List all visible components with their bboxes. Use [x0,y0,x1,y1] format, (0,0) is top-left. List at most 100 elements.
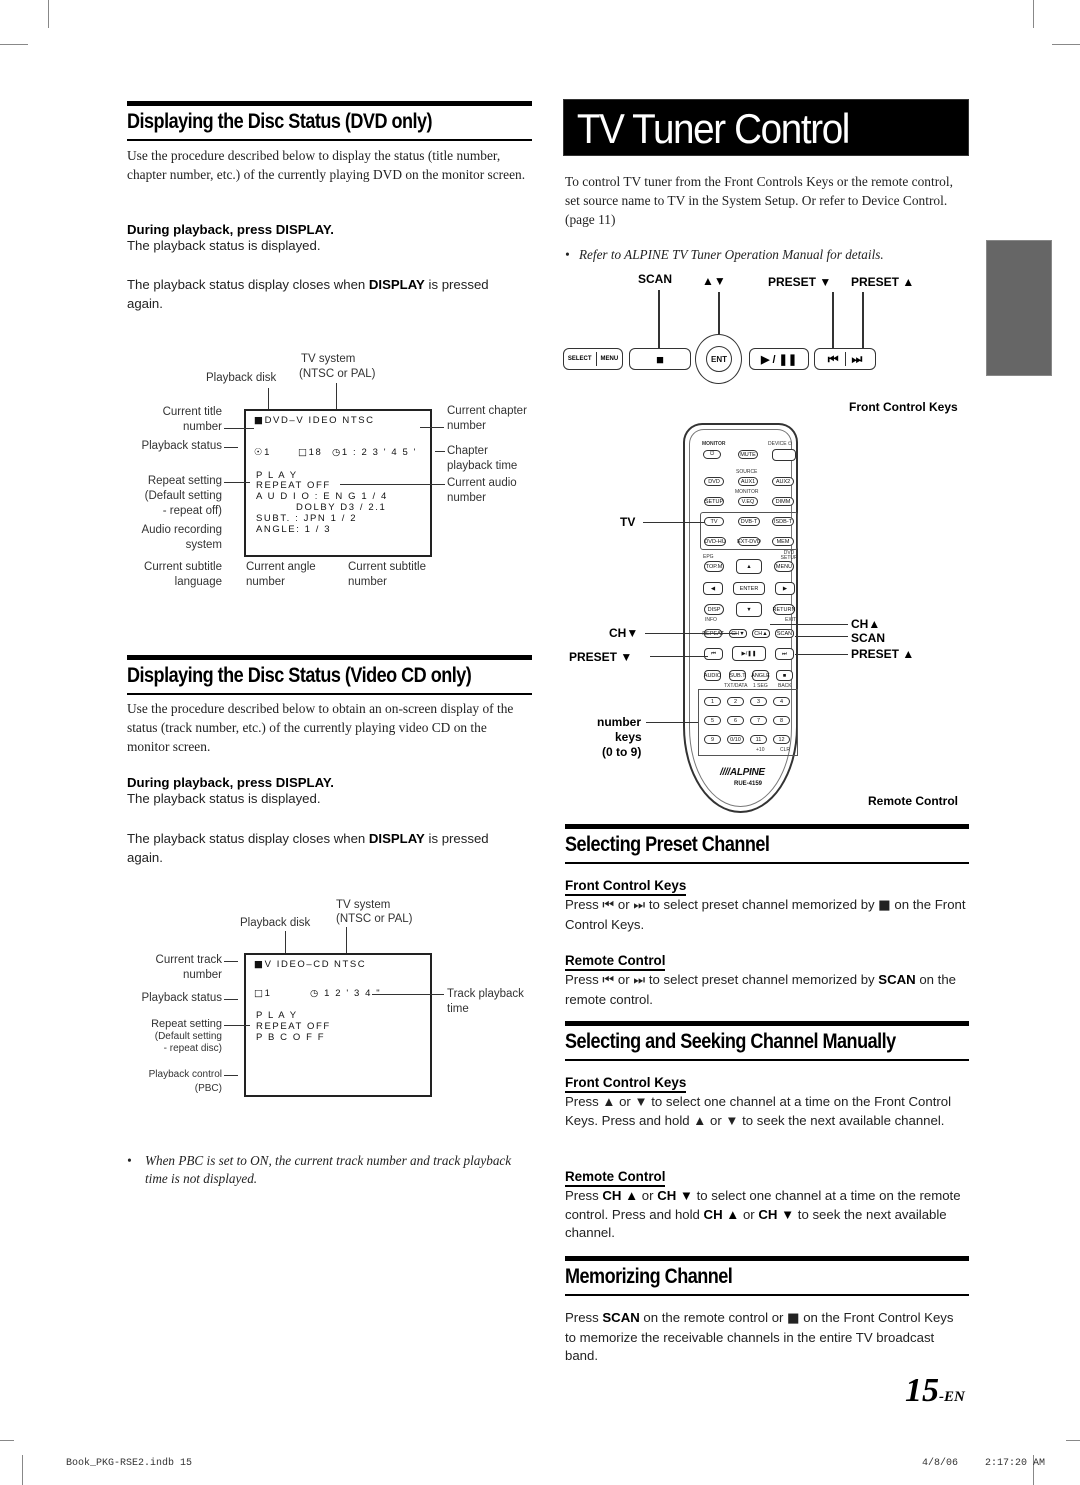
label-current-track: Current track [155,954,222,966]
play-pause-button[interactable]: ▶ / ❚❚ [749,348,809,370]
remote-number-key[interactable]: 1 [704,697,721,706]
section-header-vcd: Displaying the Disc Status (Video CD onl… [127,655,532,695]
section-title: Memorizing Channel [565,1265,733,1288]
callout-preset-up: PRESET ▲ [851,647,915,661]
label-current-chapter: Current chapter [447,405,527,417]
remote-enter-key[interactable]: ENTER [733,582,765,595]
select-menu-button[interactable]: SELECT MENU [563,348,623,370]
remote-number-key[interactable]: 9 [704,735,721,744]
remote-aux1-key[interactable]: AUX1 [738,477,758,486]
label-tv-system-sub: (NTSC or PAL) [299,368,376,380]
remote-tv-key[interactable]: TV [704,517,724,526]
crop-mark [1052,44,1080,45]
label-current-audio: Current audio [447,477,517,489]
next-track-icon: ⏭ [633,898,646,913]
callout-scan: SCAN [851,631,886,645]
remote-right-key[interactable]: ▶ [775,582,795,595]
clock-icon: ◷ [310,988,320,999]
stop-scan-button[interactable]: ■ [629,348,691,370]
remote-return-key[interactable]: RETURN [773,604,795,615]
remote-number-key[interactable]: 6 [727,716,744,725]
remote-veq-key[interactable]: V.EQ [738,497,758,506]
dvd-intro: Use the procedure described below to dis… [127,148,526,182]
remote-extdvd-key[interactable]: EXT-DVD [737,537,761,546]
remote-play-pause-key[interactable]: ▶/❚❚ [732,646,766,661]
remote-scan-key[interactable]: SCAN [775,629,794,638]
remote-audio-key[interactable]: AUDIO [704,670,721,681]
prev-track-icon: ⏮ [602,898,615,913]
remote-number-key[interactable]: 2 [727,697,744,706]
callout-preset-down: PRESET ▼ [768,275,832,289]
remote-disp-key[interactable]: DISP [704,604,724,615]
crop-mark [1066,1440,1080,1441]
remote-subt-key[interactable]: SUB.T [729,670,746,681]
crop-mark [1033,0,1034,28]
remote-next-key[interactable]: ⏭ [775,648,794,660]
label-tv-system: TV system [336,899,391,911]
remote-isdbt-key[interactable]: ISDB-T [772,517,794,526]
remote-up-key[interactable]: ▲ [736,559,762,574]
remote-number-key[interactable]: 3 [750,697,767,706]
remote-dvdhu-key[interactable]: DVD-HU [704,537,726,546]
remote-dvd-key[interactable]: DVD [704,477,724,486]
remote-mute-key[interactable]: MUTE [738,450,758,459]
remote-left-key[interactable]: ◀ [703,582,723,595]
remote-dvbt-key[interactable]: DVB-T [738,517,760,526]
next-track-icon[interactable]: ⏭ [852,352,863,367]
label-audio-recording: Audio recording [141,524,222,536]
remote-number-key[interactable]: 11 [750,735,767,744]
bullet: • [127,1153,132,1168]
remote-model: RUE-4159 [734,781,763,787]
prev-track-icon[interactable]: ⏮ [828,352,839,367]
remote-number-key[interactable]: 0/10 [727,735,744,744]
remote-menu-key[interactable]: MENU [774,561,794,572]
callout-preset-up: PRESET ▲ [851,275,915,289]
remote-number-key[interactable]: 8 [773,716,790,725]
footer-time: 2:17:20 AM [985,1458,1046,1469]
remote-topm-key[interactable]: TOP.M [704,561,724,572]
label-playback-status: Playback status [141,440,222,452]
prev-track-icon: ⏮ [602,973,615,988]
remote-device-key[interactable] [772,449,796,461]
remote-aux2-key[interactable]: AUX2 [772,477,794,486]
tv-intro: To control TV tuner from the Front Contr… [565,174,953,227]
vcd-step: During playback, press DISPLAY. The play… [127,775,334,806]
crop-mark [0,1440,14,1441]
preset-front-keys: Front Control Keys Press ⏮ or ⏭ to selec… [565,878,966,932]
footer-file: Book_PKG-RSE2.indb 15 [66,1458,193,1469]
remote-mem-key[interactable]: MEM [772,537,794,546]
remote-down-key[interactable]: ▼ [736,602,762,617]
ent-button[interactable]: ENT [706,346,732,372]
callout-scan: SCAN [638,272,673,286]
remote-stop-key[interactable]: ■ [776,670,793,681]
remote-prev-key[interactable]: ⏮ [704,648,723,660]
seek-remote: Remote Control Press CH ▲ or CH ▼ to sel… [565,1169,961,1240]
tv-manual-note: • Refer to ALPINE TV Tuner Operation Man… [565,247,884,262]
remote-dimm-key[interactable]: DIMM [772,497,794,506]
label-current-title: Current title [162,406,222,418]
section-header-seek: Selecting and Seeking Channel Manually [565,1021,969,1061]
prev-next-buttons[interactable]: ⏮ ⏭ [814,348,876,370]
seek-front-keys: Front Control Keys Press ▲ or ▼ to selec… [565,1075,952,1128]
remote-setup-key[interactable]: SETUP [704,497,724,506]
dvd-osd-screen: ■DVD–V IDEO NTSC ☉1 □18 ◷1 : 2 3 ' 4 5 '… [244,409,432,557]
remote-angle-key[interactable]: ANGLE [751,670,770,681]
remote-number-key[interactable]: 4 [773,697,790,706]
label-current-subtitle-number: Current subtitle [348,561,426,573]
label-current-subtitle-language: Current subtitle [144,561,222,573]
stop-square-icon: ■ [254,415,265,426]
callout-number-keys: number [597,715,642,729]
crop-mark [0,44,28,45]
vcd-osd-screen: ■V IDEO–CD NTSC □1 ◷ 1 2 ' 3 4 " P L A Y… [244,953,432,1097]
label-repeat-setting: Repeat setting [147,475,222,487]
section-title: Selecting and Seeking Channel Manually [565,1030,896,1053]
remote-ch-up-key[interactable]: CH▲ [752,629,770,638]
vcd-intro: Use the procedure described below to obt… [127,701,514,754]
remote-number-key[interactable]: 5 [704,716,721,725]
chapter-title: TV Tuner Control [576,105,851,152]
label-playback-status: Playback status [141,992,222,1004]
label-current-angle: Current angle [246,561,316,573]
remote-power-key[interactable]: ⏻ [703,450,721,459]
remote-number-key[interactable]: 7 [750,716,767,725]
remote-number-key[interactable]: 12 [773,735,790,744]
